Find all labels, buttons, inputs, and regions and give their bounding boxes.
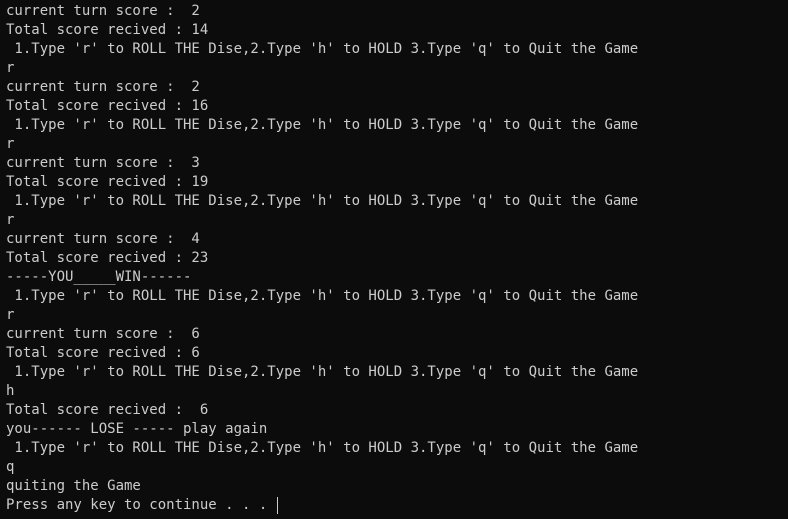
- output-line: 1.Type 'r' to ROLL THE Dise,2.Type 'h' t…: [6, 117, 639, 133]
- input-line: h: [6, 383, 15, 399]
- output-line: current turn score : 6: [6, 326, 200, 342]
- output-line: current turn score : 4: [6, 231, 200, 247]
- output-line: Total score recived : 14: [6, 22, 209, 38]
- input-line: r: [6, 60, 15, 76]
- output-line: 1.Type 'r' to ROLL THE Dise,2.Type 'h' t…: [6, 288, 639, 304]
- text-cursor[interactable]: [276, 496, 278, 514]
- output-line: Total score recived : 19: [6, 174, 209, 190]
- output-line: current turn score : 3: [6, 155, 200, 171]
- prompt-line: Press any key to continue . . .: [6, 496, 788, 515]
- output-line: Total score recived : 6: [6, 345, 200, 361]
- output-line: you------ LOSE ----- play again: [6, 421, 268, 437]
- output-line: 1.Type 'r' to ROLL THE Dise,2.Type 'h' t…: [6, 364, 639, 380]
- output-line: quiting the Game: [6, 478, 141, 494]
- terminal-window[interactable]: current turn score : 2 Total score reciv…: [0, 0, 788, 519]
- output-line: Total score recived : 16: [6, 98, 209, 114]
- prompt-text: Press any key to continue . . .: [6, 497, 276, 513]
- output-line: Total score recived : 23: [6, 250, 209, 266]
- input-line: r: [6, 136, 15, 152]
- input-line: r: [6, 307, 15, 323]
- output-line: 1.Type 'r' to ROLL THE Dise,2.Type 'h' t…: [6, 41, 639, 57]
- output-line: -----YOU_____WIN------: [6, 269, 192, 285]
- output-line: 1.Type 'r' to ROLL THE Dise,2.Type 'h' t…: [6, 193, 639, 209]
- output-line: Total score recived : 6: [6, 402, 209, 418]
- output-line: current turn score : 2: [6, 3, 200, 19]
- input-line: q: [6, 459, 15, 475]
- output-line: current turn score : 2: [6, 79, 200, 95]
- input-line: r: [6, 212, 15, 228]
- output-line: 1.Type 'r' to ROLL THE Dise,2.Type 'h' t…: [6, 440, 639, 456]
